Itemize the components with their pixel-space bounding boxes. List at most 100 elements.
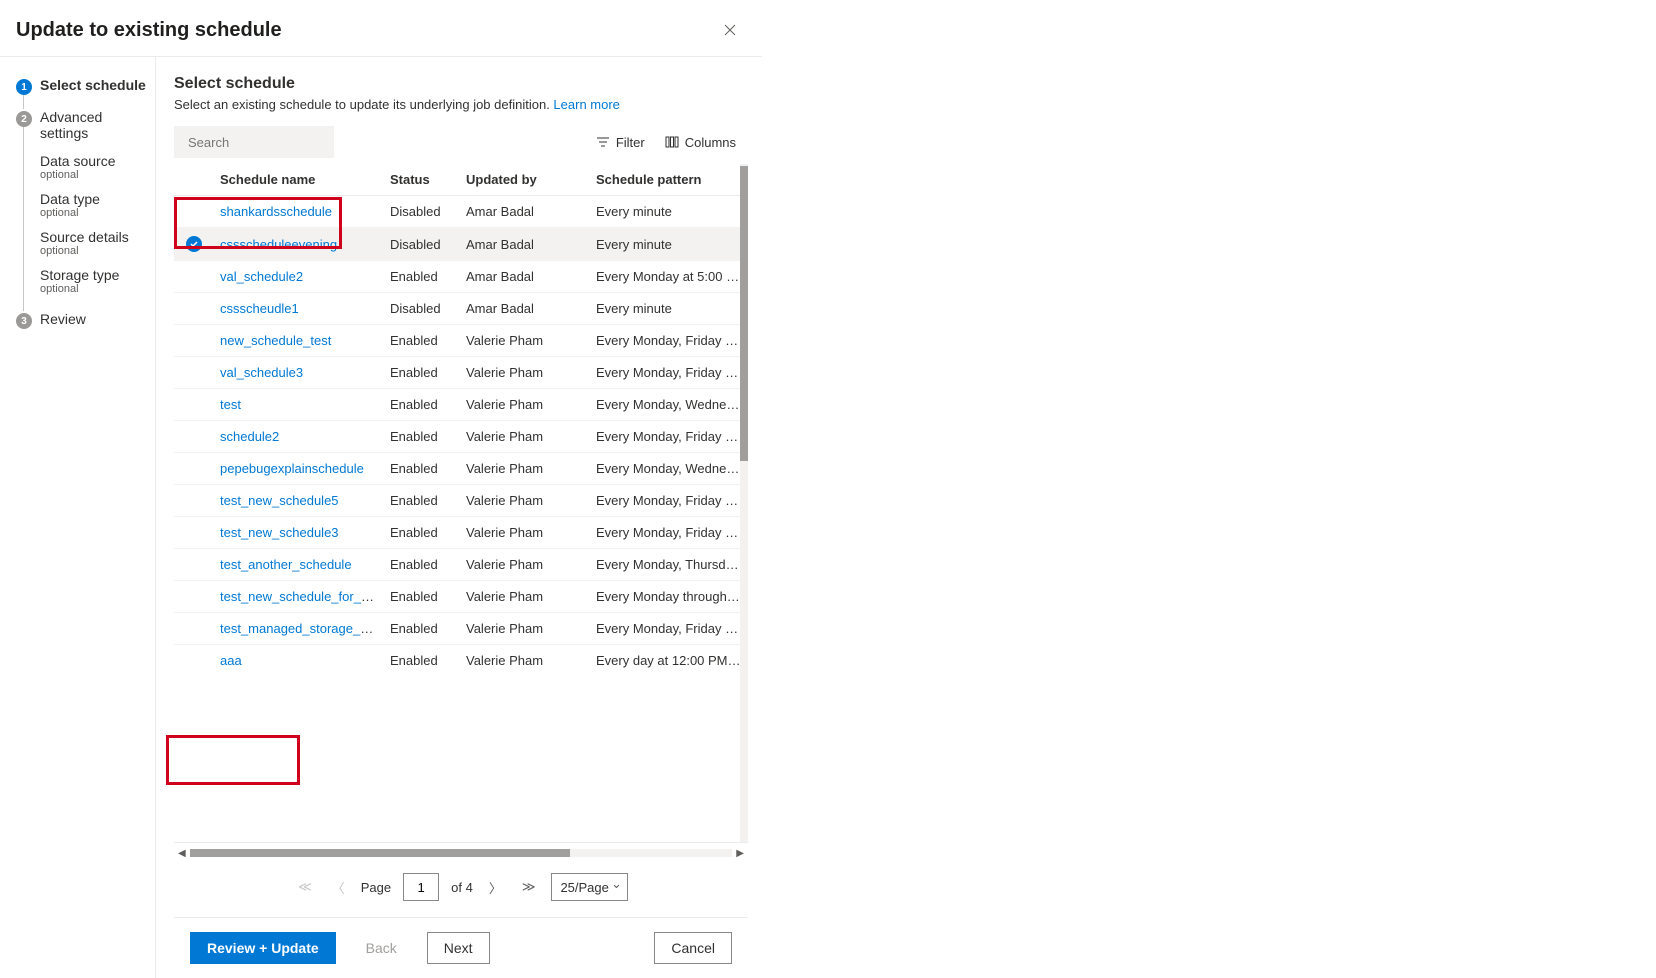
row-select-cell[interactable] (174, 421, 214, 453)
schedule-name-link[interactable]: test_managed_storage_schedule (220, 621, 384, 636)
schedule-name-link[interactable]: cssscheduleevening (220, 237, 337, 252)
updated-by-cell: Valerie Pham (460, 517, 590, 549)
row-select-cell[interactable] (174, 613, 214, 645)
status-cell: Enabled (384, 389, 460, 421)
close-button[interactable] (714, 14, 746, 46)
status-cell: Enabled (384, 325, 460, 357)
step-review[interactable]: 3 Review (16, 311, 147, 329)
row-select-cell[interactable] (174, 485, 214, 517)
table-row[interactable]: shankardsschedule DisabledAmar BadalEvery… (174, 196, 748, 228)
schedule-name-link[interactable]: test_another_schedule (220, 557, 352, 572)
schedule-name-link[interactable]: test_new_schedule5 (220, 493, 339, 508)
pattern-cell: Every Monday, Friday at 5:00 (590, 357, 748, 389)
row-select-cell[interactable] (174, 453, 214, 485)
status-cell: Disabled (384, 228, 460, 261)
column-schedule-pattern[interactable]: Schedule pattern (590, 164, 748, 196)
status-cell: Enabled (384, 613, 460, 645)
search-input[interactable] (188, 135, 364, 150)
column-status[interactable]: Status (384, 164, 460, 196)
table-row[interactable]: val_schedule3EnabledValerie PhamEvery Mo… (174, 357, 748, 389)
schedule-name-link[interactable]: shankardsschedule (220, 204, 332, 219)
table-row[interactable]: new_schedule_testEnabledValerie PhamEver… (174, 325, 748, 357)
step-number-badge: 1 (16, 79, 32, 95)
row-select-cell[interactable] (174, 549, 214, 581)
pattern-cell: Every Monday, Wednesday, (590, 389, 748, 421)
columns-button[interactable]: Columns (665, 135, 736, 150)
updated-by-cell: Valerie Pham (460, 581, 590, 613)
schedule-name-link[interactable]: pepebugexplainschedule (220, 461, 364, 476)
schedule-name-link[interactable]: val_schedule3 (220, 365, 303, 380)
row-select-cell[interactable] (174, 293, 214, 325)
first-page-button[interactable]: ≪ (294, 875, 316, 899)
schedule-name-link[interactable]: test_new_schedule3 (220, 525, 339, 540)
filter-icon (596, 135, 610, 149)
filter-button[interactable]: Filter (596, 135, 645, 150)
schedule-name-link[interactable]: test (220, 397, 241, 412)
schedule-name-link[interactable]: val_schedule2 (220, 269, 303, 284)
section-description: Select an existing schedule to update it… (174, 97, 748, 112)
schedule-name-link[interactable]: schedule2 (220, 429, 279, 444)
cancel-button[interactable]: Cancel (654, 932, 732, 964)
scroll-right-icon[interactable]: ▶ (736, 848, 744, 859)
column-updated-by[interactable]: Updated by (460, 164, 590, 196)
learn-more-link[interactable]: Learn more (553, 97, 619, 112)
row-select-cell[interactable] (174, 261, 214, 293)
schedule-name-link[interactable]: new_schedule_test (220, 333, 331, 348)
table-row[interactable]: test_new_schedule3EnabledValerie PhamEve… (174, 517, 748, 549)
status-cell: Enabled (384, 581, 460, 613)
table-row[interactable]: val_schedule2EnabledAmar BadalEvery Mond… (174, 261, 748, 293)
scroll-left-icon[interactable]: ◀ (178, 848, 186, 859)
column-schedule-name[interactable]: Schedule name (214, 164, 384, 196)
table-row[interactable]: pepebugexplainscheduleEnabledValerie Pha… (174, 453, 748, 485)
table-row[interactable]: cssscheudle1DisabledAmar BadalEvery minu… (174, 293, 748, 325)
row-select-cell[interactable] (174, 517, 214, 549)
status-cell: Enabled (384, 453, 460, 485)
table-row[interactable]: schedule2EnabledValerie PhamEvery Monday… (174, 421, 748, 453)
page-input[interactable] (403, 873, 439, 901)
step-select-schedule[interactable]: 1 Select schedule (16, 77, 147, 95)
updated-by-cell: Valerie Pham (460, 357, 590, 389)
substep-source-details[interactable]: Source details optional (40, 225, 147, 263)
row-select-cell[interactable] (174, 196, 214, 228)
search-box[interactable] (174, 126, 334, 158)
pattern-cell: Every Monday, Friday at 7:00 (590, 421, 748, 453)
table-row[interactable]: test_another_scheduleEnabledValerie Pham… (174, 549, 748, 581)
main-content: Select schedule Select an existing sched… (156, 57, 762, 978)
vertical-scrollbar[interactable] (738, 164, 748, 842)
prev-page-button[interactable]: 〈 (328, 874, 349, 901)
pattern-cell: Every minute (590, 196, 748, 228)
table-row[interactable]: aaaEnabledValerie PhamEvery day at 12:00… (174, 645, 748, 675)
next-page-button[interactable]: 〉 (485, 874, 506, 901)
horizontal-scrollbar[interactable]: ◀ ▶ (174, 843, 748, 863)
updated-by-cell: Valerie Pham (460, 325, 590, 357)
review-update-button[interactable]: Review + Update (190, 932, 336, 964)
row-select-cell[interactable] (174, 357, 214, 389)
pattern-cell: Every day at 12:00 PM (UTC) (590, 645, 748, 675)
table-row[interactable]: test_new_schedule_for_manage…EnabledVale… (174, 581, 748, 613)
substep-data-source[interactable]: Data source optional (40, 149, 147, 187)
table-row[interactable]: testEnabledValerie PhamEvery Monday, Wed… (174, 389, 748, 421)
step-advanced-settings[interactable]: 2 Advanced settings (16, 109, 147, 141)
table-row[interactable]: test_managed_storage_scheduleEnabledVale… (174, 613, 748, 645)
row-select-cell[interactable] (174, 581, 214, 613)
schedule-name-link[interactable]: test_new_schedule_for_manage… (220, 589, 384, 604)
table-row[interactable]: cssscheduleeveningDisabledAmar BadalEver… (174, 228, 748, 261)
updated-by-cell: Amar Badal (460, 196, 590, 228)
schedule-name-link[interactable]: aaa (220, 653, 242, 668)
status-cell: Disabled (384, 196, 460, 228)
substep-storage-type[interactable]: Storage type optional (40, 263, 147, 301)
substep-data-type[interactable]: Data type optional (40, 187, 147, 225)
row-select-cell[interactable] (174, 228, 214, 261)
row-select-cell[interactable] (174, 325, 214, 357)
page-size-select[interactable]: 25/Page (551, 873, 627, 901)
status-cell: Enabled (384, 517, 460, 549)
next-button[interactable]: Next (427, 932, 490, 964)
row-select-cell[interactable] (174, 389, 214, 421)
updated-by-cell: Valerie Pham (460, 485, 590, 517)
last-page-button[interactable]: ≫ (518, 875, 540, 899)
row-select-cell[interactable] (174, 645, 214, 675)
table-row[interactable]: test_new_schedule5EnabledValerie PhamEve… (174, 485, 748, 517)
back-button[interactable]: Back (350, 932, 413, 964)
updated-by-cell: Amar Badal (460, 293, 590, 325)
schedule-name-link[interactable]: cssscheudle1 (220, 301, 299, 316)
